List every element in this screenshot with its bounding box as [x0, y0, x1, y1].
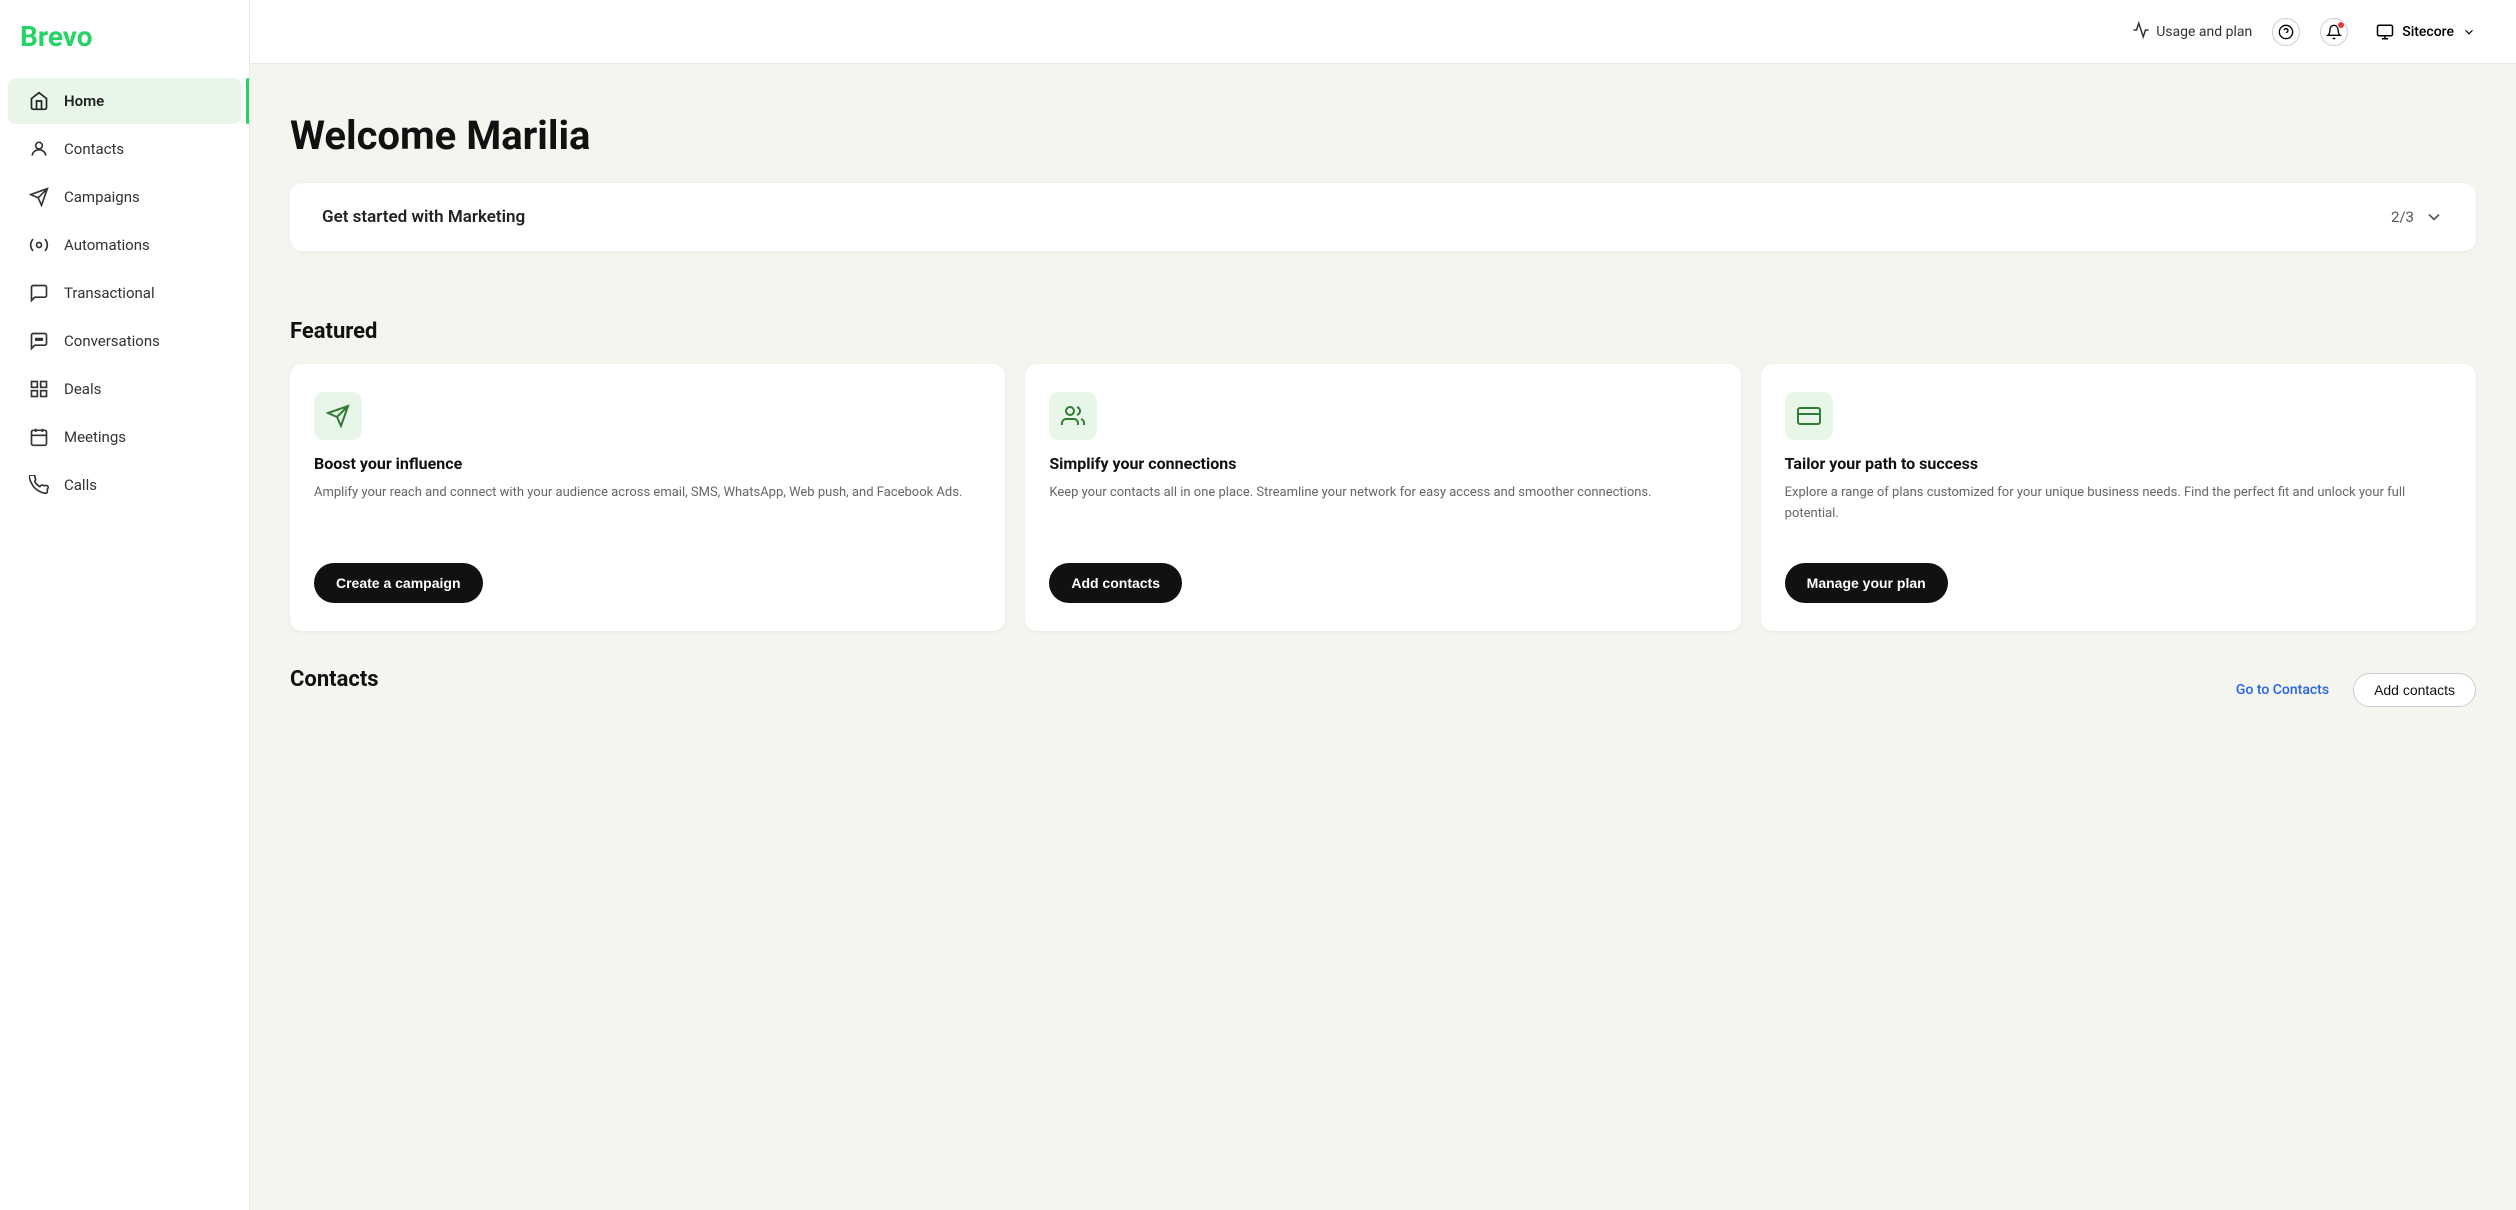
sidebar-item-campaigns[interactable]: Campaigns [8, 174, 241, 220]
featured-card-1-icon [1049, 392, 1097, 440]
sidebar-item-label: Calls [64, 476, 97, 494]
meetings-icon [28, 426, 50, 448]
brand-logo: Brevo [0, 20, 249, 77]
featured-section: Featured Boost your influence Amplify yo… [250, 283, 2516, 667]
create-campaign-button[interactable]: Create a campaign [314, 563, 483, 603]
marketing-card[interactable]: Get started with Marketing 2/3 [290, 183, 2476, 251]
sidebar-item-calls[interactable]: Calls [8, 462, 241, 508]
sidebar-item-label: Meetings [64, 428, 126, 446]
marketing-card-progress: 2/3 [2391, 208, 2414, 226]
sidebar-item-meetings[interactable]: Meetings [8, 414, 241, 460]
home-icon [28, 90, 50, 112]
calls-icon [28, 474, 50, 496]
sidebar-item-conversations[interactable]: Conversations [8, 318, 241, 364]
usage-plan-label: Usage and plan [2156, 24, 2252, 40]
sidebar: Brevo Home Contacts Campaigns Automation… [0, 0, 250, 1210]
contacts-header: Contacts Go to Contacts Add contacts [290, 667, 2476, 712]
featured-card-2-icon [1785, 392, 1833, 440]
sidebar-item-label: Automations [64, 236, 150, 254]
notifications-button[interactable] [2320, 18, 2348, 46]
help-button[interactable] [2272, 18, 2300, 46]
sidebar-item-label: Contacts [64, 140, 124, 158]
sidebar-item-label: Deals [64, 380, 101, 398]
sidebar-item-label: Transactional [64, 284, 155, 302]
usage-icon [2132, 21, 2150, 43]
sidebar-item-label: Conversations [64, 332, 160, 350]
featured-card-1-desc: Keep your contacts all in one place. Str… [1049, 483, 1716, 543]
go-to-contacts-link[interactable]: Go to Contacts [2236, 682, 2329, 698]
featured-card-2-desc: Explore a range of plans customized for … [1785, 483, 2452, 543]
sidebar-item-automations[interactable]: Automations [8, 222, 241, 268]
campaigns-icon [28, 186, 50, 208]
featured-card-0-title: Boost your influence [314, 454, 981, 473]
sidebar-item-deals[interactable]: Deals [8, 366, 241, 412]
deals-icon [28, 378, 50, 400]
featured-card-2: Tailor your path to success Explore a ra… [1761, 364, 2476, 631]
marketing-card-progress-section: 2/3 [2391, 207, 2444, 227]
usage-plan-btn[interactable]: Usage and plan [2132, 21, 2252, 43]
page-content: Welcome Marilia Get started with Marketi… [250, 64, 2516, 1210]
sidebar-item-contacts[interactable]: Contacts [8, 126, 241, 172]
main-content: Usage and plan Sitecore Welcome Marilia … [250, 0, 2516, 1210]
account-name: Sitecore [2402, 24, 2454, 40]
automations-icon [28, 234, 50, 256]
sidebar-item-label: Home [64, 92, 104, 110]
featured-card-0-desc: Amplify your reach and connect with your… [314, 483, 981, 543]
featured-card-1-title: Simplify your connections [1049, 454, 1716, 473]
manage-plan-button[interactable]: Manage your plan [1785, 563, 1948, 603]
sidebar-item-home[interactable]: Home [8, 78, 241, 124]
marketing-card-title: Get started with Marketing [322, 207, 525, 227]
featured-title: Featured [290, 319, 2476, 344]
featured-card-1: Simplify your connections Keep your cont… [1025, 364, 1740, 631]
top-header: Usage and plan Sitecore [250, 0, 2516, 64]
sidebar-item-label: Campaigns [64, 188, 140, 206]
welcome-banner: Welcome Marilia Get started with Marketi… [250, 64, 2516, 283]
conversations-icon [28, 330, 50, 352]
transactional-icon [28, 282, 50, 304]
contacts-section: Contacts Go to Contacts Add contacts [250, 667, 2516, 768]
contacts-actions: Go to Contacts Add contacts [2236, 673, 2476, 707]
notification-badge [2337, 21, 2345, 29]
featured-card-0-icon [314, 392, 362, 440]
welcome-title: Welcome Marilia [290, 112, 2476, 159]
featured-card-2-title: Tailor your path to success [1785, 454, 2452, 473]
add-contacts-button[interactable]: Add contacts [1049, 563, 1182, 603]
contacts-title: Contacts [290, 667, 379, 692]
contacts-add-button[interactable]: Add contacts [2353, 673, 2476, 707]
contacts-icon [28, 138, 50, 160]
account-button[interactable]: Sitecore [2368, 19, 2484, 45]
featured-cards-grid: Boost your influence Amplify your reach … [290, 364, 2476, 631]
featured-card-0: Boost your influence Amplify your reach … [290, 364, 1005, 631]
sidebar-item-transactional[interactable]: Transactional [8, 270, 241, 316]
